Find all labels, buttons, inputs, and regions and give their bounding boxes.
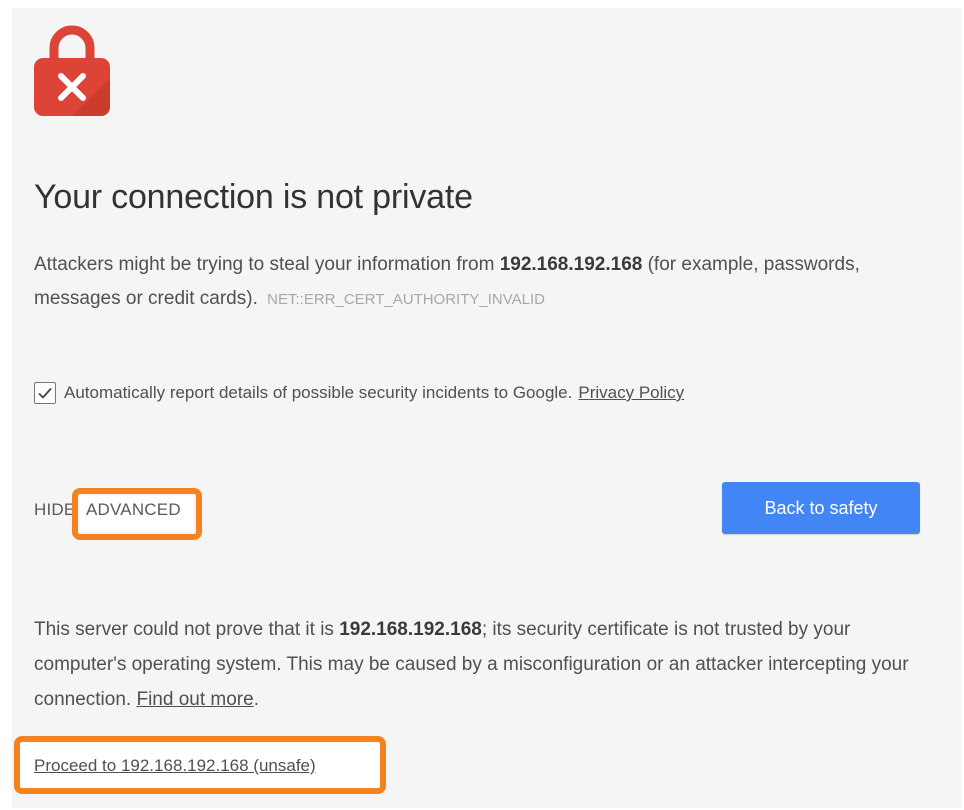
lock-error-icon [34, 25, 110, 116]
back-to-safety-button[interactable]: Back to safety [722, 482, 920, 534]
details-end: . [253, 689, 259, 710]
hide-advanced-prefix[interactable]: HIDE [34, 500, 75, 519]
details-text: This server could not prove that it is 1… [34, 612, 934, 717]
report-label: Automatically report details of possible… [64, 383, 573, 402]
error-code: NET::ERR_CERT_AUTHORITY_INVALID [267, 291, 545, 308]
warning-message: Attackers might be trying to steal your … [34, 248, 934, 317]
report-checkbox[interactable] [34, 382, 56, 404]
page-title: Your connection is not private [34, 178, 473, 216]
details-host: 192.168.192.168 [339, 619, 482, 640]
proceed-unsafe-link[interactable]: Proceed to 192.168.192.168 (unsafe) [34, 756, 316, 776]
find-out-more-link[interactable]: Find out more [136, 689, 253, 710]
warning-host: 192.168.192.168 [499, 254, 643, 275]
hide-advanced-button[interactable]: HIDE [34, 500, 75, 520]
report-row: Automatically report details of possible… [34, 382, 684, 404]
warning-prefix: Attackers might be trying to steal your … [34, 254, 500, 275]
details-prefix: This server could not prove that it is [34, 619, 340, 640]
hide-advanced-suffix[interactable]: ADVANCED [86, 500, 181, 520]
checkmark-icon [38, 387, 52, 399]
privacy-policy-link[interactable]: Privacy Policy [578, 383, 684, 403]
